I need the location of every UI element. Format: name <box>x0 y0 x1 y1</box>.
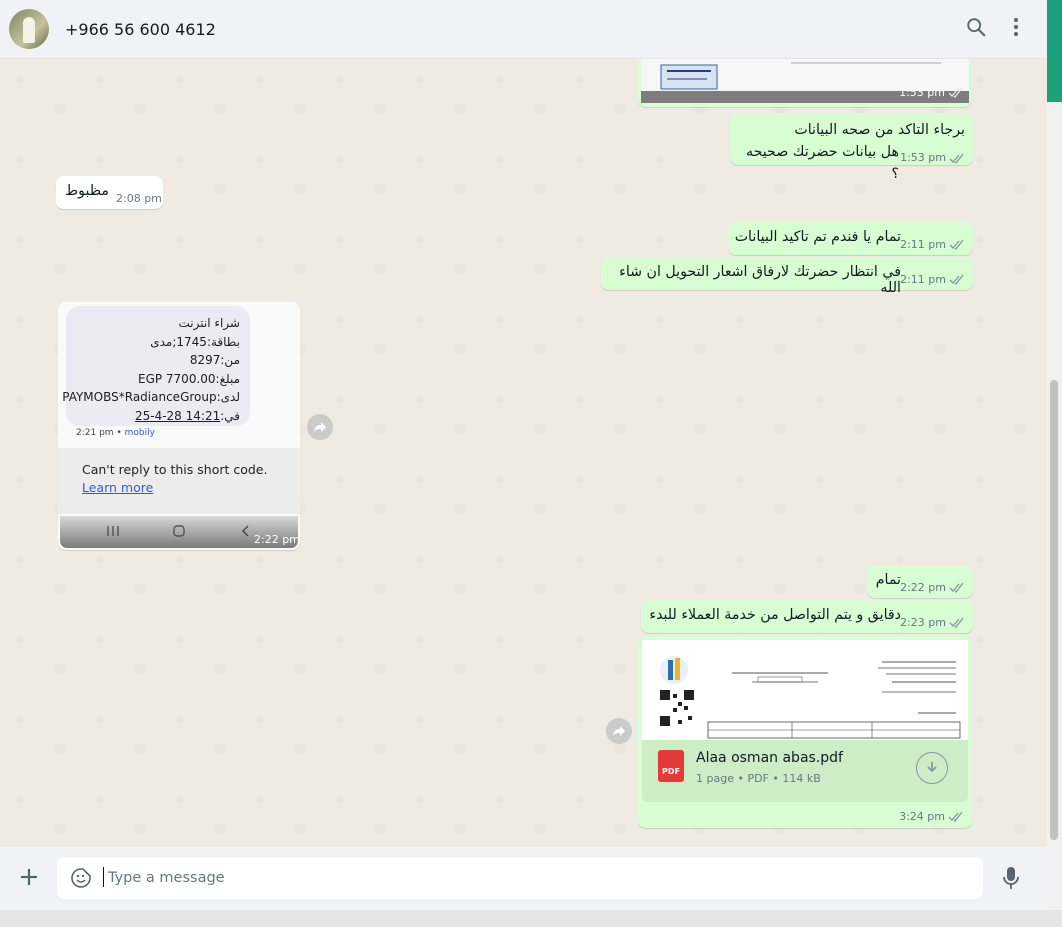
scrollbar-accent <box>1047 0 1062 102</box>
message-input[interactable] <box>108 857 968 899</box>
message-time: 2:11 pm <box>900 273 946 286</box>
message-time: 2:08 pm <box>116 192 162 205</box>
document-message[interactable]: PDF Alaa osman abas.pdf 1 page • PDF • 1… <box>638 636 972 828</box>
double-check-icon <box>949 239 964 250</box>
chat-header: +966 56 600 4612 <box>0 0 1047 59</box>
sms-carrier: mobily <box>124 428 155 438</box>
sms-line: لدى:PAYMOBS*RadianceGroup <box>62 390 240 404</box>
sms-line: بطاقة:1745;مدى <box>150 334 240 349</box>
document-info: 1 page • PDF • 114 kB <box>696 772 821 785</box>
pdf-file-icon: PDF <box>658 750 684 782</box>
outgoing-message[interactable]: في انتظار حضرتك لارفاق اشعار التحويل ان … <box>601 257 973 296</box>
message-text: تمام يا فندم تم تاكيد البيانات <box>734 229 901 245</box>
sms-separator: • <box>116 428 122 438</box>
message-time: 3:24 pm <box>899 810 945 823</box>
sms-date: 25-4-28 14:21 <box>134 408 221 423</box>
sms-note-text: Can't reply to this short code. <box>82 462 268 477</box>
window-bottom-bar <box>0 910 1062 927</box>
message-meta: 2:23 pm <box>900 616 965 629</box>
sms-timestamp: 2:21 pm • mobily <box>76 428 155 438</box>
pdf-icon-label: PDF <box>662 767 680 776</box>
sms-line: في:25-4-28 14:21 <box>76 407 240 426</box>
kebab-menu-icon[interactable] <box>1013 17 1019 37</box>
message-text: تمام <box>875 572 901 588</box>
outgoing-message[interactable]: دقايق و يتم التواصل من خدمة العملاء للبد… <box>641 600 973 633</box>
header-actions <box>965 16 1019 38</box>
message-time: 2:22 pm <box>900 581 946 594</box>
double-check-icon <box>948 87 963 98</box>
text-caret <box>103 867 104 887</box>
message-text: برجاء التاكد من صحه البيانات <box>794 122 965 138</box>
message-input-box[interactable] <box>57 857 983 899</box>
sms-line: شراء انترنت <box>178 316 240 330</box>
forward-icon[interactable] <box>307 414 333 440</box>
message-meta: 3:24 pm <box>899 810 964 823</box>
outgoing-message[interactable]: برجاء التاكد من صحه البيانات هل بيانات ح… <box>730 113 973 182</box>
outgoing-message[interactable]: تمام يا فندم تم تاكيد البيانات 2:11 pm <box>728 222 973 255</box>
double-check-icon <box>949 153 964 164</box>
download-icon[interactable] <box>916 752 948 784</box>
sms-reply-note: Can't reply to this short code. Learn mo… <box>58 448 300 514</box>
learn-more-link[interactable]: Learn more <box>82 480 276 495</box>
contact-avatar[interactable] <box>9 9 49 49</box>
microphone-icon[interactable] <box>1002 866 1020 894</box>
message-meta: 1:53 pm <box>899 86 964 99</box>
message-meta: 2:22 pm <box>900 581 965 594</box>
sms-line: مبلغ:EGP 7700.00 <box>137 371 240 386</box>
message-text: مظبوط <box>65 183 109 199</box>
message-time: 2:11 pm <box>900 238 946 251</box>
sms-line: من:8297 <box>189 353 240 367</box>
message-meta: 2:08 pm <box>116 192 162 205</box>
document-preview[interactable] <box>642 640 968 740</box>
forward-icon[interactable] <box>606 718 632 744</box>
scrollbar-thumb[interactable] <box>1050 380 1058 840</box>
double-check-icon <box>949 274 964 285</box>
attach-plus-icon[interactable] <box>17 865 41 893</box>
emoji-icon[interactable] <box>70 867 92 893</box>
message-text: دقايق و يتم التواصل من خدمة العملاء للبد… <box>649 607 901 623</box>
image-message[interactable]: 1:53 pm <box>638 59 972 107</box>
message-time: 1:53 pm <box>900 151 946 164</box>
message-time: 2:23 pm <box>900 616 946 629</box>
message-meta: 2:11 pm <box>900 238 965 251</box>
chat-area[interactable]: 1:53 pm برجاء التاكد من صحه البيانات هل … <box>0 59 1047 847</box>
sms-screenshot-image[interactable]: شراء انترنت بطاقة:1745;مدى من:8297 مبلغ:… <box>58 302 300 550</box>
sms-time: 2:21 pm <box>76 428 114 438</box>
search-icon[interactable] <box>965 16 987 38</box>
double-check-icon <box>949 582 964 593</box>
message-composer <box>0 847 1047 910</box>
message-meta: 1:53 pm <box>900 147 965 169</box>
double-check-icon <box>949 617 964 628</box>
document-filename: Alaa osman abas.pdf <box>696 750 843 766</box>
message-meta: 2:22 pm <box>254 533 300 546</box>
document-file-row[interactable]: PDF Alaa osman abas.pdf 1 page • PDF • 1… <box>642 740 968 802</box>
outgoing-message[interactable]: تمام 2:22 pm <box>867 565 973 598</box>
contact-name[interactable]: +966 56 600 4612 <box>65 20 216 39</box>
message-time: 1:53 pm <box>899 86 945 99</box>
sms-message-bubble: شراء انترنت بطاقة:1745;مدى من:8297 مبلغ:… <box>62 306 250 426</box>
message-meta: 2:11 pm <box>900 273 965 286</box>
sms-date-prefix: في: <box>220 408 240 423</box>
incoming-message[interactable]: مظبوط 2:08 pm <box>56 176 163 209</box>
double-check-icon <box>948 811 963 822</box>
message-time: 2:22 pm <box>254 533 300 546</box>
message-text: في انتظار حضرتك لارفاق اشعار التحويل ان … <box>619 264 901 296</box>
